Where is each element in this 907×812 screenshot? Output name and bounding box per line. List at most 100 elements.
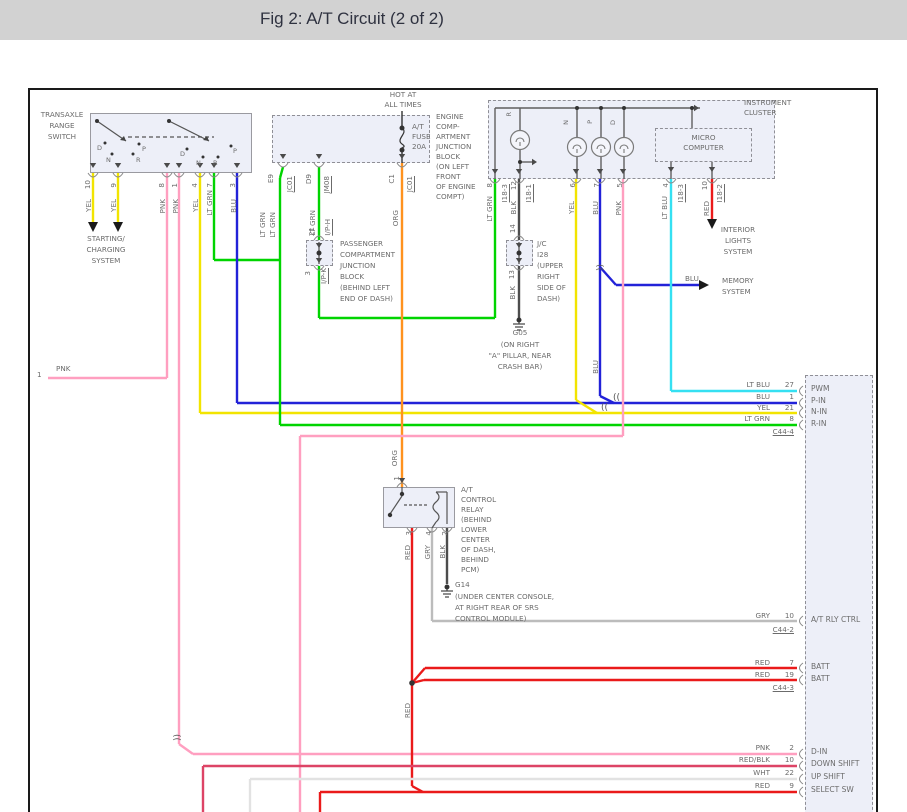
text-label: D — [609, 120, 617, 126]
text-label: 3 — [228, 183, 237, 188]
text-label: BLOCK — [340, 272, 365, 281]
text-label: GRY — [755, 611, 771, 620]
passenger-junction-block-box — [306, 240, 333, 266]
text-label: BLK — [509, 201, 518, 215]
text-label: E9 — [266, 174, 275, 184]
text-label: PWM — [811, 384, 830, 393]
text-label: 8 — [157, 183, 166, 188]
text-label: CRASH BAR) — [497, 362, 543, 371]
text-label: COMPUTER — [683, 143, 724, 152]
text-label: (BEHIND — [461, 515, 492, 524]
text-label: 4 — [661, 183, 670, 188]
text-label: SYSTEM — [91, 256, 121, 265]
text-label: "A" PILLAR, NEAR — [488, 351, 552, 360]
text-label: N-IN — [811, 407, 828, 416]
text-label: JUNCTION — [436, 142, 472, 151]
text-label: HOT AT — [389, 90, 417, 99]
text-label: 8 — [485, 183, 494, 188]
text-label: LT GRN — [485, 196, 494, 222]
text-label: N — [196, 159, 201, 167]
text-label: MICRO — [691, 133, 716, 142]
text-label: PNK — [158, 199, 167, 214]
text-label: R — [505, 112, 513, 117]
text-label: 10 — [700, 181, 709, 191]
text-label: 21 — [307, 227, 316, 237]
text-label: BATT — [811, 662, 830, 671]
text-label: BEHIND — [461, 555, 489, 564]
text-label: END OF DASH) — [340, 294, 393, 303]
text-label: 12 — [509, 181, 518, 191]
text-label: P-IN — [811, 396, 826, 405]
text-label: C44-4 — [772, 427, 794, 436]
text-label: BLU — [591, 360, 600, 374]
text-label: (UNDER CENTER CONSOLE, — [455, 592, 555, 601]
text-label: ORG — [391, 210, 400, 227]
text-label: BLU — [591, 201, 600, 215]
text-label: I18-2 — [715, 184, 724, 203]
text-label: FRONT — [436, 172, 461, 181]
text-label: DOWN SHIFT — [811, 759, 860, 768]
text-label: SYSTEM — [723, 247, 753, 256]
text-label: RED — [702, 201, 711, 217]
text-label: RED — [754, 781, 770, 790]
text-label: A/T — [412, 122, 424, 131]
text-label: AT RIGHT REAR OF SRS — [455, 603, 539, 612]
text-label: FUSE — [412, 132, 431, 141]
text-label: G05 — [512, 328, 528, 337]
text-label: PCM) — [461, 565, 480, 574]
text-label: BLU — [685, 274, 699, 283]
text-label: OF ENGINE — [436, 182, 476, 191]
text-label: INSTRUMENT — [744, 98, 792, 107]
text-label: PNK — [614, 201, 623, 216]
text-label: 10 — [784, 755, 794, 764]
text-label: 1 — [170, 183, 179, 188]
text-label: LT GRN — [744, 414, 770, 423]
text-label: N — [562, 120, 570, 125]
text-label: 19 — [784, 670, 794, 679]
text-label: (ON LEFT — [436, 162, 470, 171]
text-label: R — [136, 156, 141, 164]
text-label: 7 — [592, 183, 601, 188]
text-label: 13 — [507, 270, 516, 280]
jc-i28-box — [506, 240, 533, 266]
wiring-diagram-page: Fig 2: A/T Circuit (2 of 2) (((((((( TRA… — [0, 0, 907, 812]
text-label: BLU — [229, 199, 238, 213]
text-label: 2 — [440, 531, 449, 536]
text-label: JC01 — [285, 176, 294, 193]
text-label: SIDE OF — [537, 283, 566, 292]
text-label: C1 — [387, 174, 396, 184]
text-label: 7 — [205, 183, 214, 188]
text-label: I/P-H — [323, 219, 332, 236]
text-label: 3 — [404, 531, 413, 536]
text-label: 9 — [789, 781, 794, 790]
text-label: YEL — [757, 403, 770, 412]
text-label: 4 — [190, 183, 199, 188]
text-label: JC01 — [405, 176, 414, 193]
transaxle-range-switch-box — [90, 113, 252, 173]
text-label: I18-3 — [500, 184, 509, 203]
text-label: JUNCTION — [340, 261, 376, 270]
text-label: CONTROL — [461, 495, 497, 504]
title-bar: Fig 2: A/T Circuit (2 of 2) — [0, 0, 907, 40]
text-label: YEL — [84, 199, 93, 212]
text-label: BATT — [811, 674, 830, 683]
text-label: 5 — [615, 183, 624, 188]
figure-title: Fig 2: A/T Circuit (2 of 2) — [260, 9, 444, 28]
text-label: 10 — [784, 611, 794, 620]
text-label: LT GRN — [268, 212, 277, 238]
text-label: G14 — [455, 580, 470, 589]
text-label: ARTMENT — [436, 132, 471, 141]
text-label: YEL — [191, 199, 200, 212]
text-label: UP SHIFT — [811, 772, 845, 781]
text-label: COMPARTMENT — [340, 250, 396, 259]
text-label: DASH) — [537, 294, 561, 303]
text-label: ALL TIMES — [384, 100, 422, 109]
text-label: COMPT) — [436, 192, 465, 201]
text-label: LT BLU — [746, 380, 770, 389]
text-label: INTERIOR — [720, 225, 756, 234]
text-label: R — [213, 159, 218, 167]
text-label: C44-3 — [772, 683, 794, 692]
text-label: PNK — [56, 364, 71, 373]
text-label: P — [142, 145, 146, 153]
text-label: LT GRN — [258, 212, 267, 238]
